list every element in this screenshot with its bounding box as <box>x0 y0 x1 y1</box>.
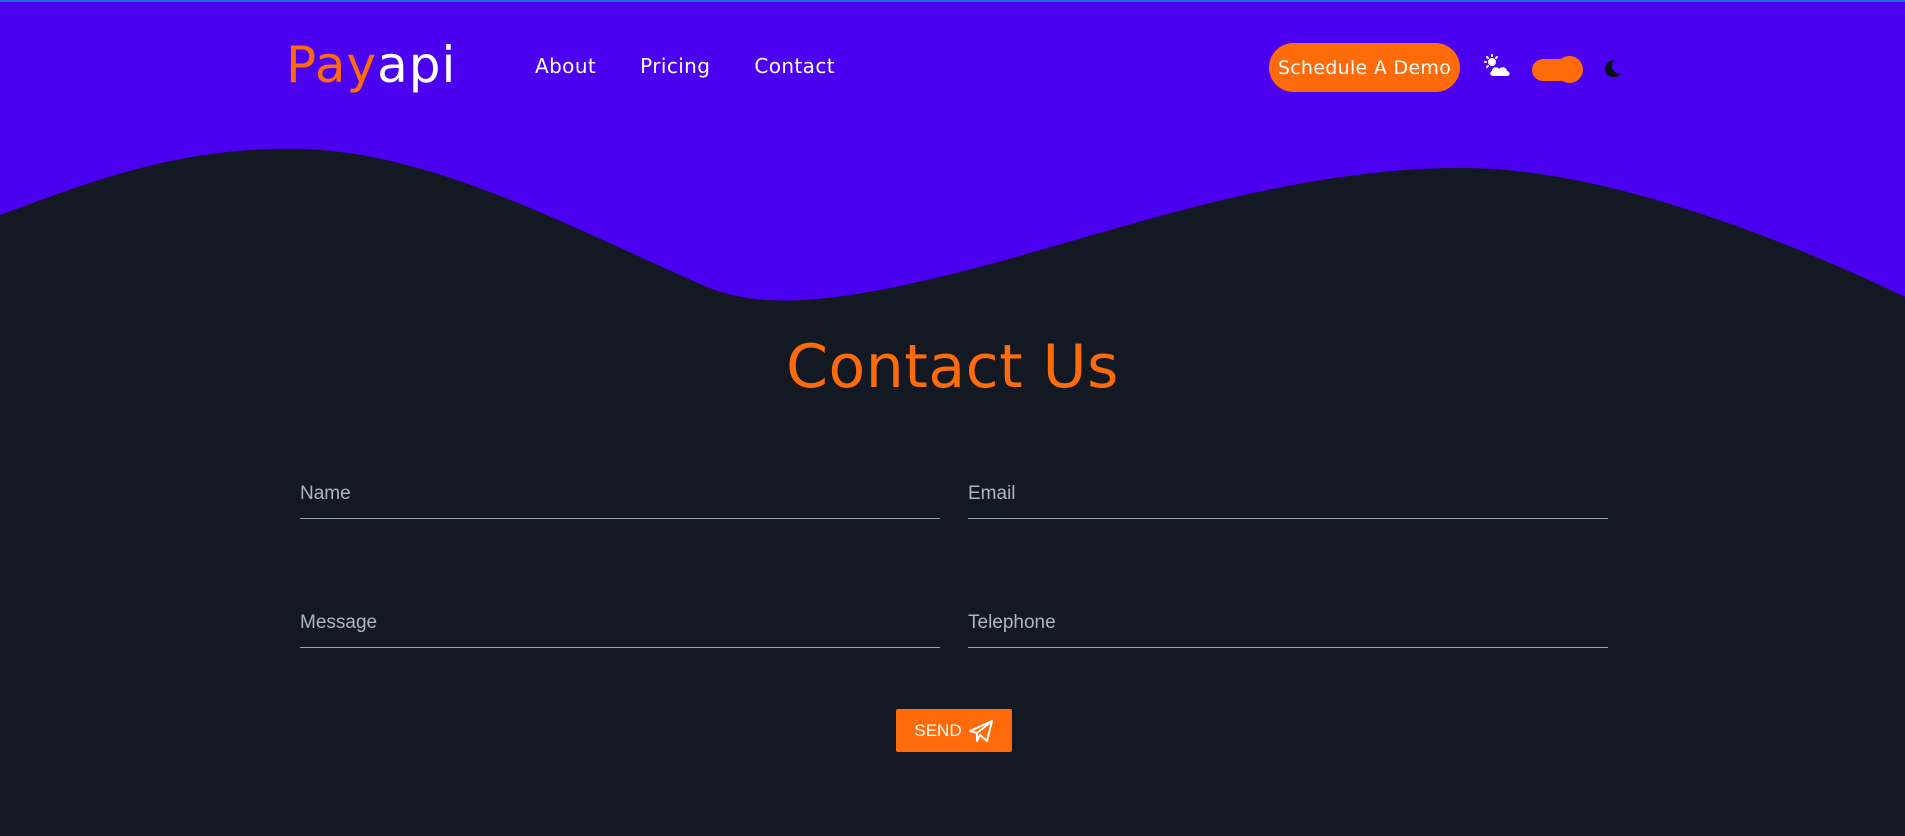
nav-contact-link[interactable]: Contact <box>754 54 835 78</box>
name-field[interactable] <box>300 470 940 519</box>
name-input[interactable] <box>300 470 940 518</box>
message-input[interactable] <box>300 599 940 647</box>
contact-title: Contact Us <box>786 332 1119 402</box>
send-label: SEND <box>914 720 962 740</box>
site-header: Payapi About Pricing Contact Schedule A … <box>0 2 1905 130</box>
moon-icon <box>1605 60 1621 77</box>
email-field[interactable] <box>968 470 1608 519</box>
send-button[interactable]: SEND <box>896 709 1012 752</box>
telephone-field[interactable] <box>968 599 1608 648</box>
main-navigation: About Pricing Contact <box>535 54 835 78</box>
payapi-logo[interactable]: Payapi <box>286 36 456 112</box>
paper-plane-icon <box>968 719 993 742</box>
telephone-input[interactable] <box>968 599 1608 647</box>
nav-about-link[interactable]: About <box>535 54 596 78</box>
schedule-demo-button[interactable]: Schedule A Demo <box>1269 43 1460 92</box>
toggle-knob <box>1556 56 1583 83</box>
theme-toggle[interactable] <box>1532 56 1583 83</box>
partly-cloudy-icon <box>1484 54 1510 76</box>
nav-pricing-link[interactable]: Pricing <box>640 54 710 78</box>
message-field[interactable] <box>300 599 940 648</box>
logo-pay-text: Pay <box>286 36 378 94</box>
logo-api-text: api <box>377 36 457 94</box>
email-input[interactable] <box>968 470 1608 518</box>
